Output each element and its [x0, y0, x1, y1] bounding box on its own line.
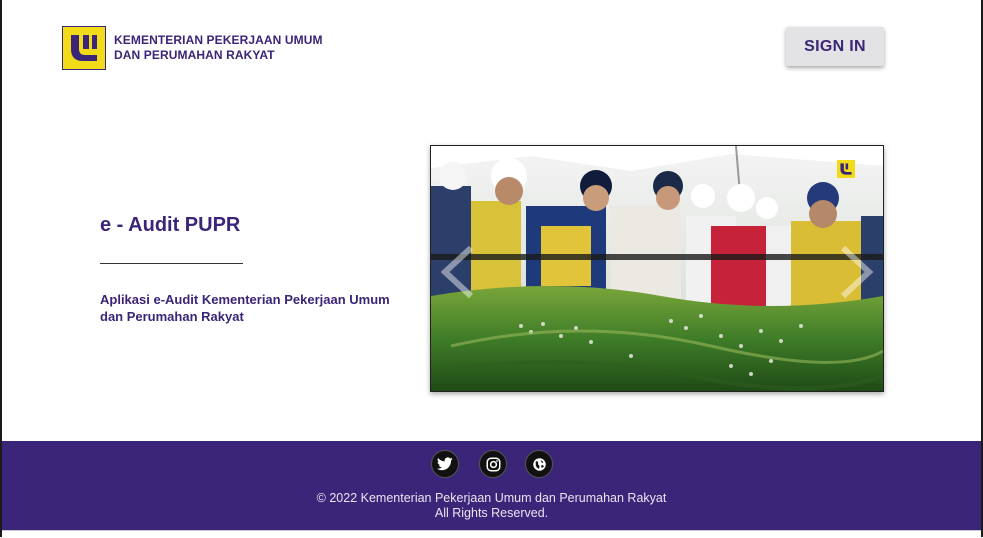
carousel-prev-button[interactable] — [437, 242, 477, 302]
carousel-slide-image — [431, 146, 883, 391]
image-carousel[interactable] — [430, 145, 884, 392]
brand[interactable]: KEMENTERIAN PEKERJAAN UMUM DAN PERUMAHAN… — [62, 26, 323, 70]
copyright-text: © 2022 Kementerian Pekerjaan Umum dan Pe… — [2, 491, 981, 521]
app-description: Aplikasi e-Audit Kementerian Pekerjaan U… — [100, 292, 390, 324]
footer: © 2022 Kementerian Pekerjaan Umum dan Pe… — [2, 441, 981, 530]
org-name: KEMENTERIAN PEKERJAAN UMUM DAN PERUMAHAN… — [114, 33, 323, 63]
globe-icon — [532, 457, 546, 471]
website-link[interactable] — [525, 450, 553, 478]
title-divider — [100, 263, 243, 264]
instagram-icon — [486, 457, 500, 471]
chevron-right-icon — [840, 245, 874, 299]
chevron-left-icon — [440, 245, 474, 299]
page-title: e - Audit PUPR — [100, 214, 241, 236]
instagram-link[interactable] — [479, 450, 507, 478]
sign-in-button[interactable]: SIGN IN — [786, 27, 884, 66]
pupr-watermark-icon — [837, 160, 855, 178]
copyright-line1: © 2022 Kementerian Pekerjaan Umum dan Pe… — [316, 491, 667, 505]
org-name-line2: DAN PERUMAHAN RAKYAT — [114, 48, 275, 62]
copyright-line2: All Rights Reserved. — [434, 506, 549, 520]
twitter-link[interactable] — [431, 450, 459, 478]
org-name-line1: KEMENTERIAN PEKERJAAN UMUM — [114, 33, 323, 47]
carousel-next-button[interactable] — [837, 242, 877, 302]
twitter-icon — [437, 457, 453, 471]
pupr-logo-icon — [62, 26, 106, 70]
